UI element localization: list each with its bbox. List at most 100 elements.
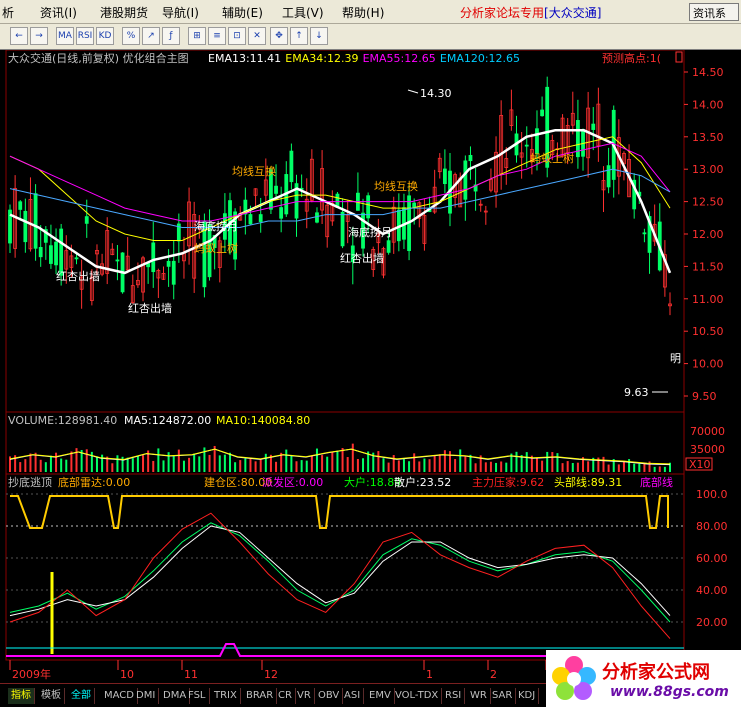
tab-vol-tdx[interactable]: VOL-TDX	[392, 688, 443, 704]
menu-item-news[interactable]: 资讯(I)	[40, 4, 77, 21]
forward-icon[interactable]: →	[30, 27, 48, 45]
close-icon[interactable]: ✕	[248, 27, 266, 45]
rsi-icon[interactable]: RSI	[76, 27, 94, 45]
pattern-annotation: 明	[670, 352, 681, 365]
menu-item-assist[interactable]: 辅助(E)	[222, 4, 263, 21]
percent-icon[interactable]: %	[122, 27, 140, 45]
tab-all[interactable]: 全部	[68, 688, 95, 704]
candle-body	[248, 214, 253, 225]
chart-area[interactable]: 大众交通(日线,前复权) 优化组合主图 EMA13:11.41 EMA34:12.…	[0, 50, 741, 683]
prediction-box	[675, 51, 683, 63]
candle-body	[18, 201, 23, 210]
tab-kdj[interactable]: KDJ	[515, 688, 540, 704]
indicator-ytick-label: 60.00	[696, 552, 728, 565]
indicator-legend-item: 派发区:0.00	[262, 475, 323, 489]
tab-brar[interactable]: BRAR	[243, 688, 278, 704]
menu-item-navigation[interactable]: 导航(I)	[162, 4, 199, 21]
main-ytick-label: 13.00	[692, 163, 724, 176]
indicator-line-2	[9, 512, 671, 639]
chart-canvas[interactable]: 大众交通(日线,前复权) 优化组合主图 EMA13:11.41 EMA34:12.…	[0, 50, 741, 683]
tab-trix[interactable]: TRIX	[211, 688, 241, 704]
list-icon[interactable]: ≡	[208, 27, 226, 45]
x-axis: 2009年101112123	[9, 660, 555, 681]
tab-cr[interactable]: CR	[275, 688, 296, 704]
trend-icon[interactable]: ↗	[142, 27, 160, 45]
tab-wr[interactable]: WR	[467, 688, 491, 704]
indicator-panel-frame	[5, 473, 685, 661]
tab-indicator[interactable]: 指标	[8, 688, 35, 704]
candle-body	[33, 193, 38, 249]
forum-brand-label: 分析家论坛专用[大众交通]	[460, 6, 602, 20]
candle-body	[315, 212, 319, 223]
tab-emv[interactable]: EMV	[366, 688, 395, 704]
toolbar: ← → MA RSI KD % ↗ ƒ ⊞ ≡ ⊡ ✕ ✥ ↑ ↓	[0, 24, 741, 50]
top-zone-step-line	[10, 495, 669, 529]
candle-body	[166, 260, 171, 267]
kd-icon[interactable]: KD	[96, 27, 114, 45]
menu-bar: 析 资讯(I) 港股期货 导航(I) 辅助(E) 工具(V) 帮助(H) 分析家…	[0, 0, 741, 24]
pattern-annotation: 红杏出墙	[56, 269, 100, 283]
candle-body	[84, 216, 89, 224]
pattern-annotation: 均线互换	[232, 164, 276, 178]
tab-asi[interactable]: ASI	[341, 688, 365, 704]
indicator-legend-item: 散户:23.52	[394, 475, 451, 489]
tab-fsl[interactable]: FSL	[185, 688, 210, 704]
news-system-button[interactable]: 资讯系	[689, 3, 739, 21]
candle-body	[49, 245, 53, 264]
volume-ma10-label: MA10:140084.80	[216, 414, 310, 427]
menu-item-analysis[interactable]: 析	[2, 4, 14, 21]
candle-body	[115, 259, 120, 262]
pattern-annotation: 均线互换	[374, 179, 418, 193]
indicator-ytick-label: 40.00	[696, 584, 728, 597]
formula-icon[interactable]: ƒ	[162, 27, 180, 45]
grid-icon[interactable]: ⊞	[188, 27, 206, 45]
x-tick-label: 11	[184, 668, 198, 681]
x-tick-label: 2	[490, 668, 497, 681]
pattern-annotation: 海底捞月	[194, 219, 238, 233]
ema-legend-item: EMA13:11.41	[208, 52, 281, 65]
move-icon[interactable]: ✥	[270, 27, 288, 45]
candle-body	[279, 207, 284, 219]
ema-legend: EMA13:11.41 EMA34:12.39 EMA55:12.65 EMA120:…	[208, 52, 520, 65]
main-ytick-label: 9.50	[692, 390, 717, 403]
tab-vr[interactable]: VR	[294, 688, 315, 704]
indicator-title: 抄底逃顶	[8, 475, 52, 489]
tab-dmi[interactable]: DMI	[133, 688, 160, 704]
candle-body	[59, 228, 64, 276]
back-icon[interactable]: ←	[10, 27, 28, 45]
volume-ytick-70000: 70000	[690, 425, 725, 438]
x-tick-label: 2009年	[12, 667, 51, 681]
ema-legend-item: EMA34:12.39	[285, 52, 358, 65]
arrow-up-icon[interactable]: ↑	[290, 27, 308, 45]
tab-rsi[interactable]: RSI	[442, 688, 466, 704]
x-tick-label: 12	[264, 668, 278, 681]
main-ytick-label: 14.00	[692, 98, 724, 111]
candle-body	[386, 240, 391, 253]
high-price-label: 14.30	[420, 87, 452, 100]
x-tick-label: 10	[120, 668, 134, 681]
ma-icon[interactable]: MA	[56, 27, 74, 45]
menu-item-help[interactable]: 帮助(H)	[342, 4, 384, 21]
candle-body	[642, 232, 647, 235]
candle-body	[540, 109, 544, 117]
indicator-legend: 底部雷达:0.00 建仓区:80.00派发区:0.00 大户:18.89散户:23.…	[58, 475, 673, 489]
candle-body	[606, 165, 611, 188]
tab-obv[interactable]: OBV	[315, 688, 344, 704]
prediction-high-label: 预测高点:1(	[602, 51, 661, 65]
tab-sar[interactable]: SAR	[489, 688, 517, 704]
menu-item-hk-futures[interactable]: 港股期货	[100, 4, 148, 21]
volume-ytick-35000: 35000	[690, 443, 725, 456]
ema-legend-item: EMA120:12.65	[440, 52, 520, 65]
indicator-legend-item: 主力压家:9.62	[472, 475, 544, 489]
candle-body	[258, 214, 263, 222]
arrow-down-icon[interactable]: ↓	[310, 27, 328, 45]
pattern-annotation: 红杏出墙	[128, 301, 172, 315]
logo-site-url: www.88gs.com	[610, 684, 729, 700]
pattern-annotation: 蚂蚁上树	[530, 151, 574, 165]
window-icon[interactable]: ⊡	[228, 27, 246, 45]
menu-item-tools[interactable]: 工具(V)	[282, 4, 324, 21]
main-chart-title: 大众交通(日线,前复权) 优化组合主图	[8, 51, 189, 65]
main-ytick-label: 13.50	[692, 131, 724, 144]
indicator-lines	[6, 495, 684, 657]
tab-template[interactable]: 模板	[38, 688, 65, 704]
